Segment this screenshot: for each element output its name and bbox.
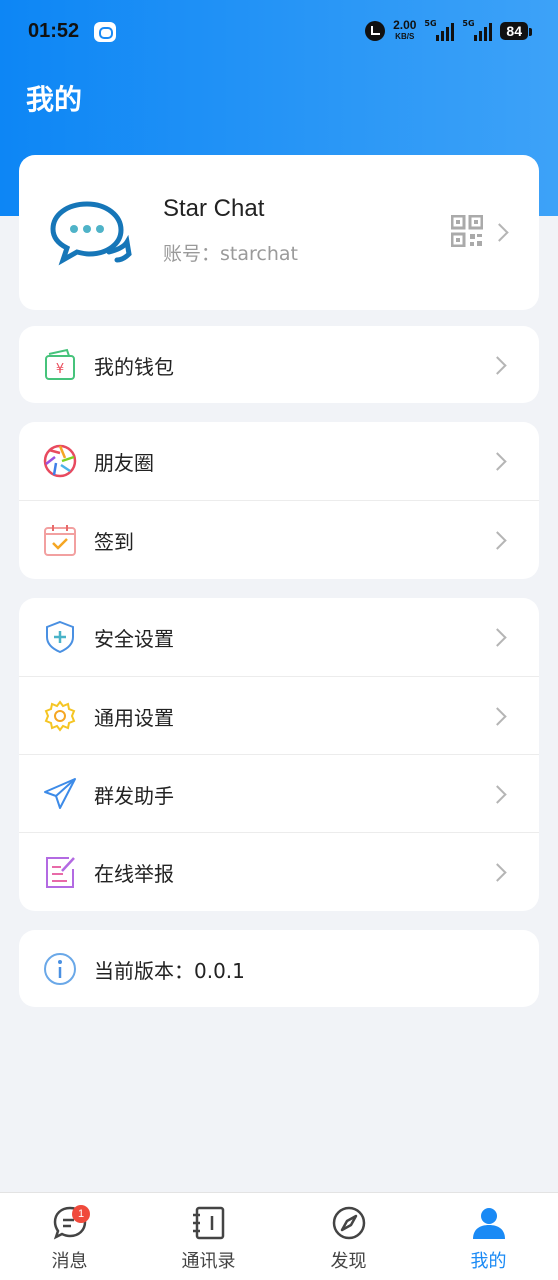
tab-discover[interactable]: 发现	[279, 1193, 418, 1280]
status-time: 01:52	[28, 20, 80, 42]
tab-contacts[interactable]: 通讯录	[139, 1193, 278, 1280]
aperture-icon	[43, 444, 77, 478]
menu-item-moments[interactable]: 朋友圈	[19, 422, 539, 500]
menu-item-broadcast[interactable]: 群发助手	[19, 754, 539, 832]
battery-indicator: 84	[500, 22, 532, 40]
chat-bubbles-icon	[50, 201, 132, 266]
user-icon	[472, 1208, 505, 1239]
tab-messages[interactable]: 1 消息	[0, 1193, 139, 1280]
profile-account: 账号：starchat	[163, 243, 298, 265]
chevron-right-icon	[488, 628, 507, 647]
version-label: 当前版本：0.0.1	[94, 959, 245, 983]
menu-item-general[interactable]: 通用设置	[19, 676, 539, 754]
menu-item-wallet[interactable]: ¥ 我的钱包	[19, 326, 539, 404]
tab-label: 消息	[51, 1251, 88, 1272]
menu-item-label: 通用设置	[94, 706, 174, 730]
status-indicators: 2.00 KB/S 5G 5G 84	[365, 18, 532, 42]
notification-chat-icon	[94, 22, 116, 42]
contacts-icon	[192, 1206, 224, 1240]
svg-text:¥: ¥	[56, 362, 64, 377]
edit-report-icon	[46, 857, 75, 888]
gear-icon	[44, 700, 76, 732]
network-speed-unit: KB/S	[395, 32, 415, 41]
chevron-right-icon	[488, 531, 507, 550]
tab-label: 我的	[470, 1251, 507, 1272]
signal-icon: 5G	[424, 19, 455, 41]
wallet-icon: ¥	[45, 348, 75, 380]
menu-item-version: 当前版本：0.0.1	[19, 930, 539, 1008]
menu-item-label: 我的钱包	[94, 355, 174, 379]
menu-item-security[interactable]: 安全设置	[19, 598, 539, 676]
network-speed-value: 2.00	[393, 18, 417, 32]
network-speed: 2.00 KB/S	[393, 18, 417, 42]
compass-icon	[332, 1206, 365, 1240]
menu-item-report[interactable]: 在线举报	[19, 832, 539, 910]
signal-2-tag: 5G	[462, 19, 475, 28]
signal-1-tag: 5G	[424, 19, 437, 28]
info-icon	[44, 953, 76, 985]
menu-item-label: 群发助手	[94, 784, 174, 808]
chevron-right-icon	[488, 863, 507, 882]
alarm-icon	[365, 21, 386, 41]
paper-plane-icon	[44, 778, 76, 809]
qr-code-icon[interactable]	[451, 215, 483, 247]
wallet-card: ¥ 我的钱包	[19, 326, 539, 403]
page-title: 我的	[26, 83, 83, 116]
profile-name: Star Chat	[163, 195, 265, 222]
menu-item-label: 朋友圈	[94, 451, 154, 475]
signal-icon-2: 5G	[462, 19, 493, 41]
version-card: 当前版本：0.0.1	[19, 930, 539, 1007]
unread-badge: 1	[72, 1205, 90, 1223]
menu-item-label: 签到	[94, 530, 134, 554]
chevron-right-icon	[488, 785, 507, 804]
menu-item-label: 在线举报	[94, 862, 174, 886]
social-card: 朋友圈 签到	[19, 422, 539, 579]
chevron-right-icon	[488, 452, 507, 471]
chevron-right-icon	[490, 223, 509, 242]
tab-me[interactable]: 我的	[419, 1193, 558, 1280]
chevron-right-icon	[488, 707, 507, 726]
tab-label: 发现	[330, 1251, 367, 1272]
chevron-right-icon	[488, 356, 507, 375]
status-bar: 01:52 2.00 KB/S 5G 5G 84	[0, 14, 558, 50]
bottom-tab-bar: 1 消息 通讯录 发现 我的	[0, 1192, 558, 1280]
shield-icon	[46, 620, 74, 654]
menu-item-checkin[interactable]: 签到	[19, 500, 539, 578]
menu-item-label: 安全设置	[94, 627, 174, 651]
settings-card: 安全设置 通用设置 群发助手 在线举报	[19, 598, 539, 911]
calendar-check-icon	[44, 525, 76, 556]
tab-label: 通讯录	[181, 1251, 236, 1272]
profile-card[interactable]: Star Chat 账号：starchat	[19, 155, 539, 310]
